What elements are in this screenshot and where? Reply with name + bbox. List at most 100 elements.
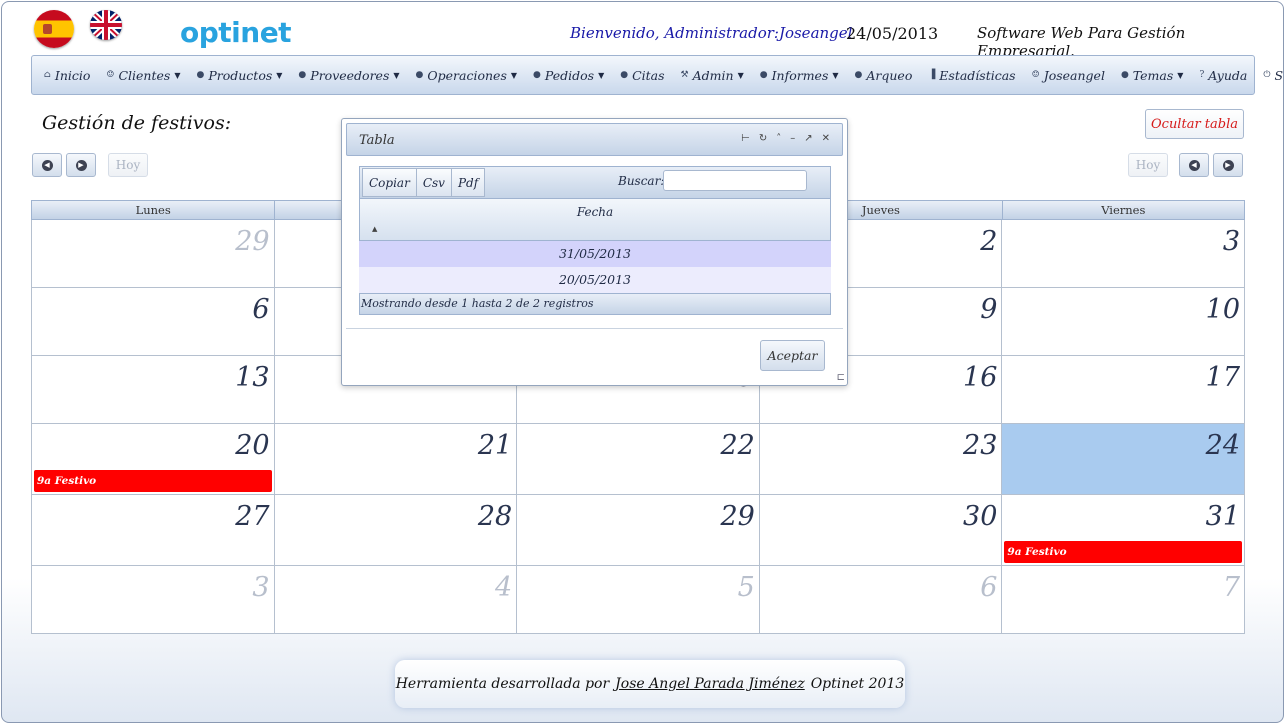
day-number: 17 bbox=[1205, 362, 1240, 393]
calendar-day-cell[interactable]: 5 bbox=[517, 566, 760, 634]
hide-table-button[interactable]: Ocultar tabla bbox=[1145, 109, 1244, 139]
day-number: 21 bbox=[477, 430, 513, 461]
prev-month-button[interactable]: ◀ bbox=[32, 153, 62, 177]
pdf-button[interactable]: Pdf bbox=[451, 168, 486, 197]
pin-icon[interactable]: ⊢ bbox=[741, 133, 750, 144]
calendar-day-cell[interactable]: 31 9a Festivo bbox=[1002, 495, 1245, 566]
calendar-day-cell[interactable]: 20 9a Festivo bbox=[32, 424, 275, 495]
day-number: 23 bbox=[963, 430, 998, 461]
dialog-title: Tabla bbox=[359, 133, 395, 148]
caret-down-icon: ▼ bbox=[598, 70, 605, 80]
calendar-day-cell[interactable]: 4 bbox=[274, 566, 518, 634]
calendar-day-cell[interactable]: 7 bbox=[1002, 566, 1245, 634]
csv-button[interactable]: Csv bbox=[416, 168, 452, 197]
search-label: Buscar: bbox=[618, 174, 665, 188]
calendar-day-cell[interactable]: 21 bbox=[274, 424, 518, 495]
footer: Herramienta desarrollada por Jose Angel … bbox=[395, 660, 905, 708]
menu-item-operaciones[interactable]: ● Operaciones ▼ bbox=[416, 68, 517, 83]
day-number: 6 bbox=[980, 572, 998, 603]
chart-icon: ▐ bbox=[928, 70, 936, 80]
day-number: 6 bbox=[252, 294, 270, 325]
english-flag-icon[interactable] bbox=[90, 10, 122, 40]
footer-prefix: Herramienta desarrollada por bbox=[395, 676, 610, 692]
bullet-icon: ● bbox=[415, 70, 424, 80]
table-row[interactable]: 20/05/2013 bbox=[359, 267, 831, 293]
holiday-event[interactable]: 9a Festivo bbox=[34, 470, 272, 492]
calendar-day-cell[interactable]: 17 bbox=[1002, 356, 1245, 424]
menu-item-citas[interactable]: ● Citas bbox=[620, 68, 664, 83]
menu-item-admin[interactable]: ⚒ Admin ▼ bbox=[681, 68, 744, 83]
day-number: 2 bbox=[980, 226, 998, 257]
search-input[interactable] bbox=[663, 170, 807, 191]
calendar-day-cell[interactable]: 27 bbox=[32, 495, 275, 566]
welcome-text: Bienvenido, Administrador:Joseangel bbox=[570, 24, 853, 42]
calendar-day-cell[interactable]: 23 bbox=[759, 424, 1003, 495]
dialog-titlebar[interactable]: Tabla ⊢ ↻ ˄ – ↗ ✕ bbox=[346, 123, 843, 156]
menu-item-pedidos[interactable]: ● Pedidos ▼ bbox=[533, 68, 604, 83]
refresh-icon[interactable]: ↻ bbox=[759, 133, 767, 144]
day-number: 29 bbox=[235, 226, 270, 257]
spanish-flag-icon[interactable] bbox=[34, 10, 74, 48]
table-row[interactable]: 31/05/2013 bbox=[359, 241, 831, 267]
day-number: 30 bbox=[963, 501, 998, 532]
holiday-event[interactable]: 9a Festivo bbox=[1004, 541, 1242, 563]
calendar-day-cell[interactable]: 22 bbox=[517, 424, 760, 495]
calendar-day-cell[interactable]: 30 bbox=[759, 495, 1003, 566]
today-button-left[interactable]: Hoy bbox=[108, 153, 148, 177]
menu-item-temas[interactable]: ● Temas ▼ bbox=[1121, 68, 1184, 83]
calendar-day-cell[interactable]: 29 bbox=[32, 220, 275, 288]
menu-item-label: Joseangel bbox=[1043, 67, 1105, 83]
menu-item-label: Estadísticas bbox=[939, 67, 1016, 83]
menu-item-inicio[interactable]: ⌂ Inicio bbox=[44, 68, 90, 83]
calendar-day-cell[interactable]: 10 bbox=[1002, 288, 1245, 356]
day-number: 24 bbox=[1205, 430, 1240, 461]
caret-down-icon: ▼ bbox=[737, 70, 744, 80]
day-number: 20 bbox=[235, 430, 270, 461]
menu-item-label: Productos bbox=[208, 67, 273, 83]
menu-item-label: Proveedores bbox=[310, 67, 390, 83]
menu-item-joseangel[interactable]: ☺ Joseangel bbox=[1032, 68, 1105, 83]
maximize-icon[interactable]: ↗ bbox=[804, 133, 812, 144]
column-header-fecha[interactable]: Fecha ▲ bbox=[359, 199, 831, 241]
bullet-icon: ● bbox=[196, 70, 205, 80]
calendar-day-cell[interactable]: 6 bbox=[759, 566, 1003, 634]
calendar-day-cell[interactable]: 6 bbox=[32, 288, 275, 356]
chevron-left-icon: ◀ bbox=[41, 159, 53, 171]
calendar-day-cell[interactable]: 24 bbox=[1002, 424, 1245, 495]
next-month-button-right[interactable]: ▶ bbox=[1213, 153, 1243, 177]
calendar-day-cell[interactable]: 3 bbox=[1002, 220, 1245, 288]
prev-month-button-right[interactable]: ◀ bbox=[1179, 153, 1209, 177]
menu-item-arqueo[interactable]: ● Arqueo bbox=[855, 68, 913, 83]
day-number: 5 bbox=[737, 572, 755, 603]
today-button-right[interactable]: Hoy bbox=[1128, 153, 1168, 177]
menu-item-salir[interactable]: ⏻Salir bbox=[1263, 68, 1283, 83]
question-icon: ? bbox=[1199, 70, 1205, 80]
collapse-icon[interactable]: ˄ bbox=[776, 133, 781, 144]
menu-item-productos[interactable]: ● Productos ▼ bbox=[196, 68, 282, 83]
accept-button[interactable]: Aceptar bbox=[760, 340, 825, 371]
menu-item-informes[interactable]: ● Informes ▼ bbox=[760, 68, 839, 83]
author-link[interactable]: Jose Angel Parada Jiménez bbox=[615, 676, 805, 692]
chevron-right-icon: ▶ bbox=[1222, 159, 1234, 171]
day-number: 31 bbox=[1205, 501, 1240, 532]
close-icon[interactable]: ✕ bbox=[822, 133, 830, 144]
caret-down-icon: ▼ bbox=[276, 70, 283, 80]
menu-item-estadisticas[interactable]: ▐ Estadísticas bbox=[928, 68, 1015, 83]
minimize-icon[interactable]: – bbox=[790, 133, 795, 144]
menu-item-ayuda[interactable]: ? Ayuda bbox=[1199, 68, 1247, 83]
next-month-button[interactable]: ▶ bbox=[66, 153, 96, 177]
header-date: 24/05/2013 bbox=[846, 24, 939, 43]
calendar-day-cell[interactable]: 29 bbox=[517, 495, 760, 566]
copy-button[interactable]: Copiar bbox=[362, 168, 417, 197]
table-info: Mostrando desde 1 hasta 2 de 2 registros bbox=[359, 293, 831, 315]
calendar-day-cell[interactable]: 13 bbox=[32, 356, 275, 424]
bullet-icon: ● bbox=[533, 70, 541, 80]
power-icon: ⏻ bbox=[1263, 70, 1271, 80]
calendar-day-cell[interactable]: 28 bbox=[274, 495, 518, 566]
wrench-icon: ⚒ bbox=[680, 70, 689, 80]
calendar-day-cell[interactable]: 3 bbox=[32, 566, 275, 634]
sort-ascending-icon: ▲ bbox=[372, 225, 378, 233]
menu-item-clientes[interactable]: ☺ Clientes ▼ bbox=[106, 68, 180, 83]
menu-item-proveedores[interactable]: ● Proveedores ▼ bbox=[298, 68, 399, 83]
resize-handle-icon[interactable]: ⊏ bbox=[837, 372, 845, 383]
